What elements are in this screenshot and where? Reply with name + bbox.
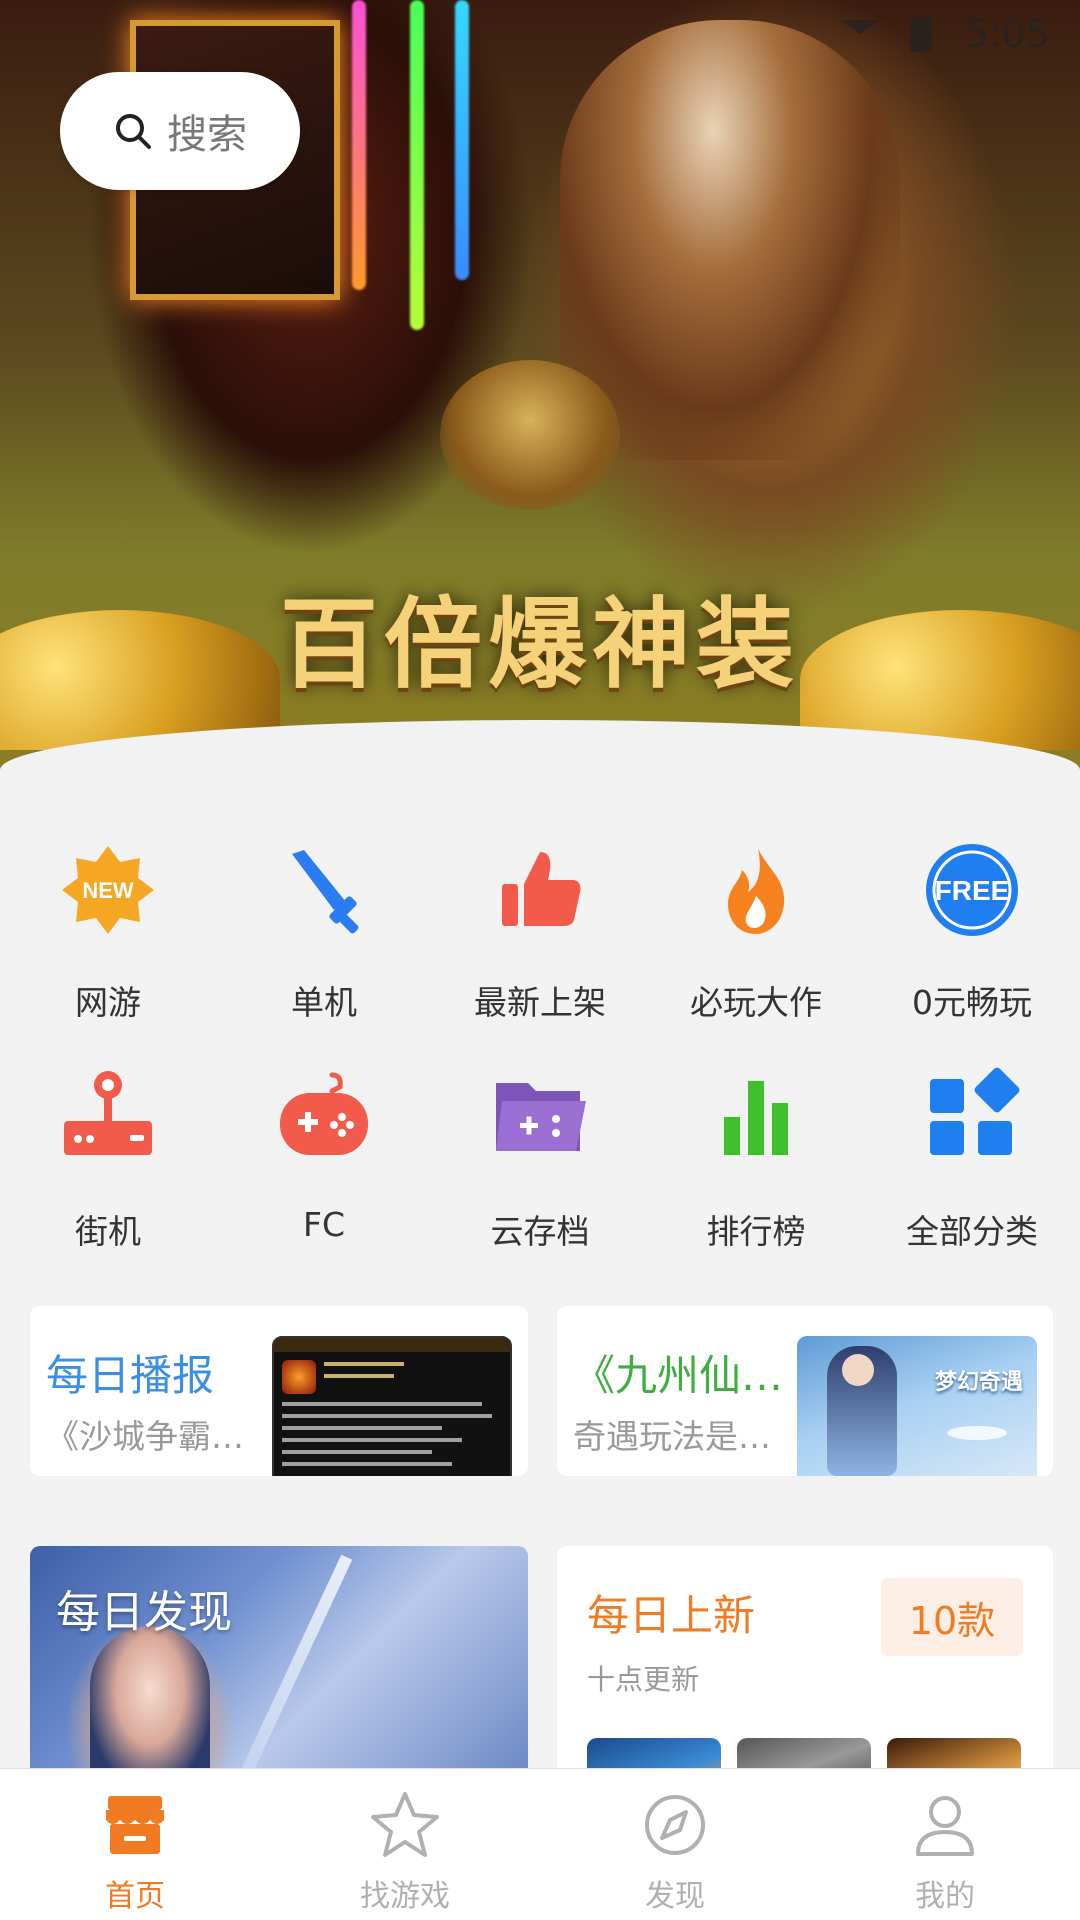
search-button[interactable]: 搜索 [60, 72, 300, 190]
cloud-folder-icon [490, 1065, 590, 1165]
banner-art-crest [440, 360, 620, 510]
article-thumbnail: 梦幻奇遇 [797, 1336, 1037, 1476]
category-row: 街机 FC 云存档 排行榜 全部分类 [0, 1065, 1080, 1290]
category-ranking[interactable]: 排行榜 [648, 1065, 864, 1290]
user-icon [909, 1789, 981, 1861]
category-label: 最新上架 [474, 983, 606, 1022]
home-store-icon [99, 1789, 171, 1861]
tab-label: 发现 [645, 1879, 705, 1914]
status-time: 5:05 [964, 12, 1050, 56]
all-categories-icon [922, 1065, 1022, 1165]
daily-discover-title: 每日发现 [56, 1587, 232, 1638]
flame-icon [706, 840, 806, 940]
daily-discover-card[interactable]: 每日发现 [30, 1546, 528, 1786]
category-newest[interactable]: 最新上架 [432, 840, 648, 1065]
compass-icon [639, 1789, 711, 1861]
article-card[interactable]: 《九州仙… 奇遇玩法是… 梦幻奇遇 [557, 1306, 1053, 1476]
category-cloud-save[interactable]: 云存档 [432, 1065, 648, 1290]
wifi-icon [840, 20, 880, 48]
article-thumb-text: 梦幻奇遇 [934, 1370, 1023, 1395]
joystick-icon [58, 1065, 158, 1165]
tab-discover[interactable]: 发现 [540, 1769, 810, 1920]
category-label: 0元畅玩 [912, 983, 1032, 1022]
daily-report-title: 每日播报 [46, 1351, 215, 1400]
new-badge-text: NEW [82, 878, 134, 903]
bar-chart-icon [706, 1065, 806, 1165]
banner-art-beam [352, 0, 366, 290]
banner-art-beam [410, 0, 424, 330]
daily-report-thumbnail [272, 1336, 512, 1476]
daily-discover-figure [90, 1626, 210, 1786]
free-icon: FREE [922, 840, 1022, 940]
banner-title: 百倍爆神装 [279, 587, 800, 702]
category-single-player[interactable]: 单机 [216, 840, 432, 1065]
tab-label: 我的 [915, 1879, 975, 1914]
category-online-games[interactable]: NEW 网游 [0, 840, 216, 1065]
tab-label: 找游戏 [360, 1879, 450, 1914]
sword-icon [274, 840, 374, 940]
category-label: 排行榜 [706, 1212, 806, 1251]
category-label: FC [302, 1205, 346, 1244]
tab-profile[interactable]: 我的 [810, 1769, 1080, 1920]
category-grid: NEW 网游 单机 最新上架 必玩大作 FREE 0元畅玩 街机 FC 云存档 … [0, 840, 1080, 1290]
category-label: 全部分类 [906, 1212, 1038, 1251]
daily-new-subtitle: 十点更新 [587, 1663, 700, 1696]
banner-art-beam [455, 0, 469, 280]
category-must-play[interactable]: 必玩大作 [648, 840, 864, 1065]
gamepad-icon [274, 1065, 374, 1165]
new-badge-icon: NEW [58, 840, 158, 940]
search-icon [116, 114, 151, 149]
bottom-tab-bar: 首页 找游戏 发现 我的 [0, 1768, 1080, 1920]
free-badge-text: FREE [935, 875, 1010, 906]
category-free-play[interactable]: FREE 0元畅玩 [864, 840, 1080, 1065]
home-content: NEW 网游 单机 最新上架 必玩大作 FREE 0元畅玩 街机 FC 云存档 … [0, 720, 1080, 1786]
thumbs-up-icon [490, 840, 590, 940]
tab-home[interactable]: 首页 [0, 1769, 270, 1920]
daily-new-count-badge: 10款 [881, 1578, 1023, 1656]
category-row: NEW 网游 单机 最新上架 必玩大作 FREE 0元畅玩 [0, 840, 1080, 1065]
daily-new-card[interactable]: 每日上新 10款 十点更新 [557, 1546, 1053, 1786]
daily-new-title: 每日上新 [587, 1591, 756, 1640]
article-subtitle: 奇遇玩法是… [573, 1417, 771, 1456]
daily-report-card[interactable]: 每日播报 《沙城争霸… [30, 1306, 528, 1476]
category-label: 网游 [75, 983, 141, 1022]
category-label: 云存档 [490, 1212, 590, 1251]
search-label: 搜索 [167, 112, 247, 158]
category-arcade[interactable]: 街机 [0, 1065, 216, 1290]
tab-find-games[interactable]: 找游戏 [270, 1769, 540, 1920]
banner-art-warrior [560, 20, 900, 460]
star-icon [369, 1789, 441, 1861]
battery-icon [910, 18, 932, 52]
category-fc[interactable]: FC [216, 1065, 432, 1290]
category-label: 必玩大作 [690, 983, 822, 1022]
category-label: 单机 [291, 983, 357, 1022]
article-title: 《九州仙… [573, 1351, 784, 1400]
category-label: 街机 [75, 1212, 141, 1251]
category-all[interactable]: 全部分类 [864, 1065, 1080, 1290]
tab-label: 首页 [105, 1879, 165, 1914]
daily-report-subtitle: 《沙城争霸… [46, 1417, 244, 1456]
